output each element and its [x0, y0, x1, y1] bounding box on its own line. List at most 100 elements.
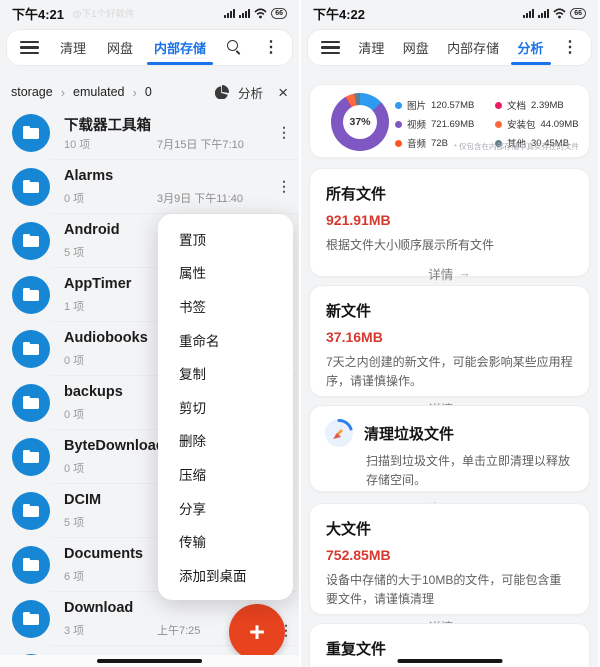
large-files-card[interactable]: 大文件 752.85MB 设备中存储的大于10MB的文件，可能包含重要文件，请谨… [309, 503, 590, 615]
more-options-icon[interactable]: ⋮ [263, 40, 279, 56]
tab-cloud-drive[interactable]: 网盘 [403, 30, 429, 65]
battery-icon: 66 [570, 8, 586, 19]
card-value: 921.91MB [326, 212, 573, 228]
row-more-icon[interactable]: ⋮ [277, 124, 291, 141]
card-title: 大文件 [326, 518, 573, 539]
file-date: 3月9日 下午11:40 [157, 190, 243, 206]
file-name: Audiobooks [64, 330, 148, 346]
chevron-right-icon: › [53, 85, 73, 100]
signal-icon [239, 9, 250, 18]
clean-junk-card[interactable]: 清理垃圾文件 扫描到垃圾文件，单击立即清理以释放存储空间。 清理→ [309, 405, 590, 492]
status-time: 下午4:21 [12, 4, 64, 23]
breadcrumb-segment[interactable]: 0 [145, 85, 152, 99]
card-description: 根据文件大小顺序展示所有文件 [326, 236, 573, 255]
menu-item-add-to-desktop[interactable]: 添加到桌面 [158, 558, 293, 592]
card-description: 扫描到垃圾文件，单击立即清理以释放存储空间。 [366, 452, 573, 489]
file-name: ByteDownload [64, 438, 165, 454]
row-more-icon[interactable]: ⋮ [279, 622, 293, 639]
signal-icon [523, 9, 534, 18]
legend-value: 72B [431, 138, 448, 149]
menu-item-bookmark[interactable]: 书签 [158, 289, 293, 323]
home-indicator[interactable] [397, 659, 502, 663]
folder-icon [12, 384, 50, 422]
watermark-text: @下1个好软件 [72, 6, 134, 20]
menu-item-share[interactable]: 分享 [158, 491, 293, 525]
legend-label: 视频 [407, 117, 426, 131]
legend-item: 安装包44.09MB [495, 117, 579, 131]
file-name: Android [64, 222, 120, 238]
menu-item-rename[interactable]: 重命名 [158, 323, 293, 357]
menu-hamburger-icon[interactable] [321, 41, 340, 55]
tab-clean[interactable]: 清理 [60, 30, 86, 65]
status-bar: 下午4:21 @下1个好软件 66 [0, 0, 299, 26]
legend-dot [395, 121, 402, 128]
file-count: 0 项 [64, 406, 84, 422]
all-files-card[interactable]: 所有文件 921.91MB 根据文件大小顺序展示所有文件 详情→ [309, 168, 590, 277]
file-row[interactable]: 下载器工具箱 10 项 7月15日 下午7:10 ⋮ [0, 106, 299, 160]
storage-donut: 37% [331, 93, 389, 151]
folder-icon [12, 222, 50, 260]
file-name: Download [64, 600, 133, 616]
file-date: 上午7:25 [157, 622, 200, 638]
legend-value: 721.69MB [431, 119, 474, 130]
folder-icon [12, 168, 50, 206]
signal-icon [224, 9, 235, 18]
menu-item-copy[interactable]: 复制 [158, 356, 293, 390]
legend-value: 2.39MB [531, 100, 564, 111]
file-count: 1 项 [64, 298, 84, 314]
legend-dot [495, 102, 502, 109]
cleaner-broom-icon [324, 418, 354, 448]
tab-cloud-drive[interactable]: 网盘 [107, 30, 133, 65]
card-description: 设备中存储的大于10MB的文件，可能包含重要文件，请谨慎清理 [326, 571, 573, 608]
folder-icon [12, 114, 50, 152]
details-button[interactable]: 详情→ [326, 264, 573, 283]
breadcrumb: storage › emulated › 0 分析 × [0, 78, 299, 106]
tab-clean[interactable]: 清理 [358, 30, 384, 65]
menu-item-properties[interactable]: 属性 [158, 256, 293, 290]
file-name: 下载器工具箱 [64, 114, 151, 135]
tab-internal-storage[interactable]: 内部存储 [154, 30, 206, 65]
pie-chart-icon[interactable] [215, 85, 229, 99]
file-date: 7月15日 下午7:10 [157, 136, 244, 152]
menu-item-cut[interactable]: 剪切 [158, 390, 293, 424]
card-description: 7天之内创建的新文件，可能会影响某些应用程序，请谨慎操作。 [326, 353, 573, 390]
more-options-icon[interactable]: ⋮ [562, 40, 578, 56]
search-icon[interactable] [227, 40, 242, 55]
tab-internal-storage[interactable]: 内部存储 [447, 30, 499, 65]
analyze-button[interactable]: 分析 [238, 83, 263, 102]
menu-item-transfer[interactable]: 传输 [158, 524, 293, 558]
add-fab-button[interactable]: + [229, 604, 285, 660]
legend-label: 图片 [407, 98, 426, 112]
navigation-bar [0, 655, 299, 667]
file-count: 3 项 [64, 622, 84, 638]
breadcrumb-segment[interactable]: emulated [73, 85, 124, 99]
legend-item: 文档2.39MB [495, 98, 579, 112]
screenshot-pair: 下午4:21 @下1个好软件 66 清理 网盘 内部存储 ⋮ storage ›… [0, 0, 600, 667]
row-more-icon[interactable]: ⋮ [277, 178, 291, 195]
menu-item-compress[interactable]: 压缩 [158, 457, 293, 491]
chart-footnote: * 仅包含在内部存储中真实存在的文件 [454, 141, 579, 152]
menu-hamburger-icon[interactable] [20, 41, 39, 55]
legend-label: 音频 [407, 136, 426, 150]
legend-dot [395, 102, 402, 109]
status-time: 下午4:22 [313, 4, 365, 23]
card-title: 所有文件 [326, 183, 573, 204]
chevron-right-icon: › [124, 85, 144, 100]
new-files-card[interactable]: 新文件 37.16MB 7天之内创建的新文件，可能会影响某些应用程序，请谨慎操作… [309, 285, 590, 397]
breadcrumb-segment[interactable]: storage [11, 85, 53, 99]
legend-value: 44.09MB [541, 119, 579, 130]
file-count: 5 项 [64, 244, 84, 260]
storage-summary-card: 37% 图片120.57MB 视频721.69MB 音频72B 文档2.39MB… [309, 84, 590, 158]
file-count: 10 项 [64, 136, 90, 152]
close-icon[interactable]: × [278, 84, 288, 101]
tab-label: 内部存储 [154, 38, 206, 57]
file-name: backups [64, 384, 123, 400]
home-indicator[interactable] [97, 659, 202, 663]
card-value: 752.85MB [326, 547, 573, 563]
menu-item-pin[interactable]: 置顶 [158, 222, 293, 256]
file-name: Alarms [64, 168, 113, 184]
card-title: 重复文件 [326, 638, 573, 659]
file-row[interactable]: Alarms 0 项 3月9日 下午11:40 ⋮ [0, 160, 299, 214]
tab-analyze[interactable]: 分析 [518, 30, 544, 65]
menu-item-delete[interactable]: 删除 [158, 424, 293, 458]
